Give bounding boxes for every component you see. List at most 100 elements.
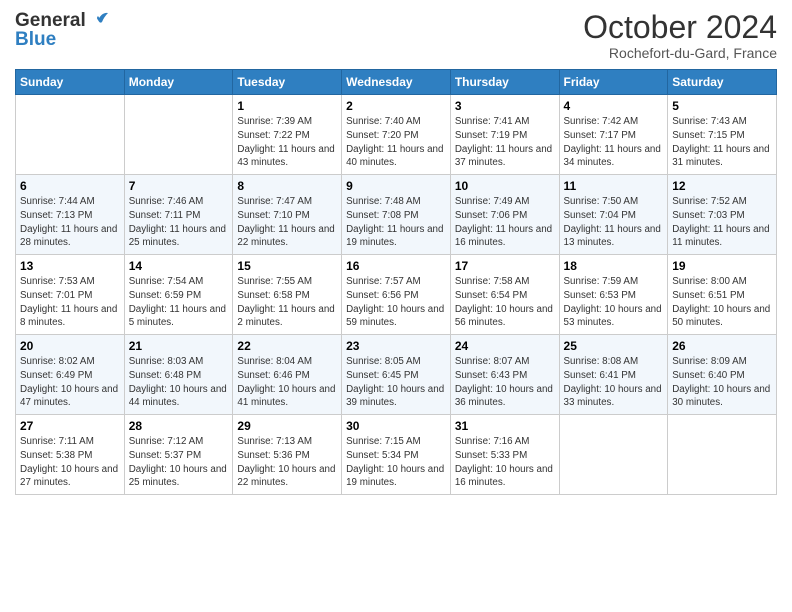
cell-content: Sunrise: 7:11 AMSunset: 5:38 PMDaylight:… xyxy=(20,435,120,490)
calendar-cell: 7Sunrise: 7:46 AMSunset: 7:11 PMDaylight… xyxy=(124,175,233,255)
day-number: 4 xyxy=(564,99,664,113)
calendar-cell: 21 Sunrise: 8:03 AMSunset: 6:48 PMDayligh… xyxy=(124,335,233,415)
cell-content: Sunrise: 8:05 AMSunset: 6:45 PMDaylight:… xyxy=(346,355,446,410)
cell-content: Sunrise: 8:08 AMSunset: 6:41 PMDaylight:… xyxy=(564,355,664,410)
calendar-cell: 13 Sunrise: 7:53 AMSunset: 7:01 PMDayligh… xyxy=(16,255,125,335)
day-header-friday: Friday xyxy=(559,70,668,95)
logo-general: General xyxy=(15,10,86,31)
calendar-cell: 18Sunrise: 7:59 AMSunset: 6:53 PMDayligh… xyxy=(559,255,668,335)
day-header-saturday: Saturday xyxy=(668,70,777,95)
calendar-cell: 27 Sunrise: 7:11 AMSunset: 5:38 PMDayligh… xyxy=(16,415,125,495)
day-number: 12 xyxy=(672,179,772,193)
cell-content: Sunrise: 8:00 AMSunset: 6:51 PMDaylight:… xyxy=(672,275,772,330)
week-row-4: 20 Sunrise: 8:02 AMSunset: 6:49 PMDayligh… xyxy=(16,335,777,415)
calendar-cell: 23 Sunrise: 8:05 AMSunset: 6:45 PMDayligh… xyxy=(342,335,451,415)
day-number: 13 xyxy=(20,259,120,273)
cell-content: Sunrise: 7:15 AMSunset: 5:34 PMDaylight:… xyxy=(346,435,446,490)
cell-content: Sunrise: 7:55 AMSunset: 6:58 PMDaylight:… xyxy=(237,275,337,330)
cell-content: Sunrise: 7:57 AMSunset: 6:56 PMDaylight:… xyxy=(346,275,446,330)
day-number: 23 xyxy=(346,339,446,353)
calendar-cell: 24Sunrise: 8:07 AMSunset: 6:43 PMDayligh… xyxy=(450,335,559,415)
calendar-cell xyxy=(124,95,233,175)
day-number: 14 xyxy=(129,259,229,273)
day-number: 27 xyxy=(20,419,120,433)
day-number: 11 xyxy=(564,179,664,193)
day-header-wednesday: Wednesday xyxy=(342,70,451,95)
day-number: 25 xyxy=(564,339,664,353)
cell-content: Sunrise: 7:44 AMSunset: 7:13 PMDaylight:… xyxy=(20,195,120,250)
calendar-cell: 4 Sunrise: 7:42 AMSunset: 7:17 PMDaylight… xyxy=(559,95,668,175)
week-row-5: 27 Sunrise: 7:11 AMSunset: 5:38 PMDayligh… xyxy=(16,415,777,495)
calendar-cell: 16Sunrise: 7:57 AMSunset: 6:56 PMDayligh… xyxy=(342,255,451,335)
calendar-cell: 19Sunrise: 8:00 AMSunset: 6:51 PMDayligh… xyxy=(668,255,777,335)
month-title: October 2024 xyxy=(583,10,777,45)
calendar-cell: 28 Sunrise: 7:12 AMSunset: 5:37 PMDayligh… xyxy=(124,415,233,495)
calendar-cell: 1Sunrise: 7:39 AMSunset: 7:22 PMDaylight… xyxy=(233,95,342,175)
cell-content: Sunrise: 7:48 AMSunset: 7:08 PMDaylight:… xyxy=(346,195,446,250)
cell-content: Sunrise: 7:40 AMSunset: 7:20 PMDaylight:… xyxy=(346,115,446,170)
calendar-cell: 30 Sunrise: 7:15 AMSunset: 5:34 PMDayligh… xyxy=(342,415,451,495)
logo-blue: Blue xyxy=(15,30,110,49)
day-header-tuesday: Tuesday xyxy=(233,70,342,95)
day-number: 9 xyxy=(346,179,446,193)
cell-content: Sunrise: 7:46 AMSunset: 7:11 PMDaylight:… xyxy=(129,195,229,250)
calendar-table: SundayMondayTuesdayWednesdayThursdayFrid… xyxy=(15,69,777,495)
day-number: 29 xyxy=(237,419,337,433)
cell-content: Sunrise: 7:43 AMSunset: 7:15 PMDaylight:… xyxy=(672,115,772,170)
day-header-sunday: Sunday xyxy=(16,70,125,95)
cell-content: Sunrise: 7:54 AMSunset: 6:59 PMDaylight:… xyxy=(129,275,229,330)
day-number: 21 xyxy=(129,339,229,353)
day-number: 20 xyxy=(20,339,120,353)
day-number: 18 xyxy=(564,259,664,273)
day-number: 26 xyxy=(672,339,772,353)
calendar-cell: 5 Sunrise: 7:43 AMSunset: 7:15 PMDaylight… xyxy=(668,95,777,175)
day-number: 17 xyxy=(455,259,555,273)
cell-content: Sunrise: 8:07 AMSunset: 6:43 PMDaylight:… xyxy=(455,355,555,410)
day-number: 15 xyxy=(237,259,337,273)
calendar-cell: 31Sunrise: 7:16 AMSunset: 5:33 PMDayligh… xyxy=(450,415,559,495)
calendar-cell: 14 Sunrise: 7:54 AMSunset: 6:59 PMDayligh… xyxy=(124,255,233,335)
calendar-cell xyxy=(668,415,777,495)
calendar-cell: 8Sunrise: 7:47 AMSunset: 7:10 PMDaylight… xyxy=(233,175,342,255)
calendar-cell: 3 Sunrise: 7:41 AMSunset: 7:19 PMDaylight… xyxy=(450,95,559,175)
cell-content: Sunrise: 7:16 AMSunset: 5:33 PMDaylight:… xyxy=(455,435,555,490)
calendar-cell: 25 Sunrise: 8:08 AMSunset: 6:41 PMDayligh… xyxy=(559,335,668,415)
day-number: 3 xyxy=(455,99,555,113)
calendar-cell: 26 Sunrise: 8:09 AMSunset: 6:40 PMDayligh… xyxy=(668,335,777,415)
day-number: 10 xyxy=(455,179,555,193)
calendar-cell: 15 Sunrise: 7:55 AMSunset: 6:58 PMDayligh… xyxy=(233,255,342,335)
day-header-monday: Monday xyxy=(124,70,233,95)
calendar-cell: 12Sunrise: 7:52 AMSunset: 7:03 PMDayligh… xyxy=(668,175,777,255)
calendar-cell: 20 Sunrise: 8:02 AMSunset: 6:49 PMDayligh… xyxy=(16,335,125,415)
header-row: SundayMondayTuesdayWednesdayThursdayFrid… xyxy=(16,70,777,95)
logo: General Blue xyxy=(15,10,110,49)
logo-bird-icon xyxy=(88,8,110,30)
day-number: 5 xyxy=(672,99,772,113)
page-container: General Blue October 2024 Rochefort-du-G… xyxy=(0,0,792,510)
day-number: 2 xyxy=(346,99,446,113)
week-row-1: 1Sunrise: 7:39 AMSunset: 7:22 PMDaylight… xyxy=(16,95,777,175)
calendar-cell: 9 Sunrise: 7:48 AMSunset: 7:08 PMDaylight… xyxy=(342,175,451,255)
cell-content: Sunrise: 7:12 AMSunset: 5:37 PMDaylight:… xyxy=(129,435,229,490)
header: General Blue October 2024 Rochefort-du-G… xyxy=(15,10,777,61)
calendar-cell: 10 Sunrise: 7:49 AMSunset: 7:06 PMDayligh… xyxy=(450,175,559,255)
calendar-cell: 11Sunrise: 7:50 AMSunset: 7:04 PMDayligh… xyxy=(559,175,668,255)
day-number: 8 xyxy=(237,179,337,193)
day-number: 28 xyxy=(129,419,229,433)
cell-content: Sunrise: 8:02 AMSunset: 6:49 PMDaylight:… xyxy=(20,355,120,410)
calendar-cell: 6 Sunrise: 7:44 AMSunset: 7:13 PMDaylight… xyxy=(16,175,125,255)
calendar-cell: 2 Sunrise: 7:40 AMSunset: 7:20 PMDaylight… xyxy=(342,95,451,175)
cell-content: Sunrise: 7:53 AMSunset: 7:01 PMDaylight:… xyxy=(20,275,120,330)
week-row-3: 13 Sunrise: 7:53 AMSunset: 7:01 PMDayligh… xyxy=(16,255,777,335)
cell-content: Sunrise: 7:42 AMSunset: 7:17 PMDaylight:… xyxy=(564,115,664,170)
cell-content: Sunrise: 8:03 AMSunset: 6:48 PMDaylight:… xyxy=(129,355,229,410)
cell-content: Sunrise: 7:39 AMSunset: 7:22 PMDaylight:… xyxy=(237,115,337,170)
cell-content: Sunrise: 7:13 AMSunset: 5:36 PMDaylight:… xyxy=(237,435,337,490)
day-number: 30 xyxy=(346,419,446,433)
cell-content: Sunrise: 7:58 AMSunset: 6:54 PMDaylight:… xyxy=(455,275,555,330)
cell-content: Sunrise: 7:49 AMSunset: 7:06 PMDaylight:… xyxy=(455,195,555,250)
day-number: 6 xyxy=(20,179,120,193)
cell-content: Sunrise: 7:41 AMSunset: 7:19 PMDaylight:… xyxy=(455,115,555,170)
cell-content: Sunrise: 8:09 AMSunset: 6:40 PMDaylight:… xyxy=(672,355,772,410)
calendar-cell xyxy=(559,415,668,495)
